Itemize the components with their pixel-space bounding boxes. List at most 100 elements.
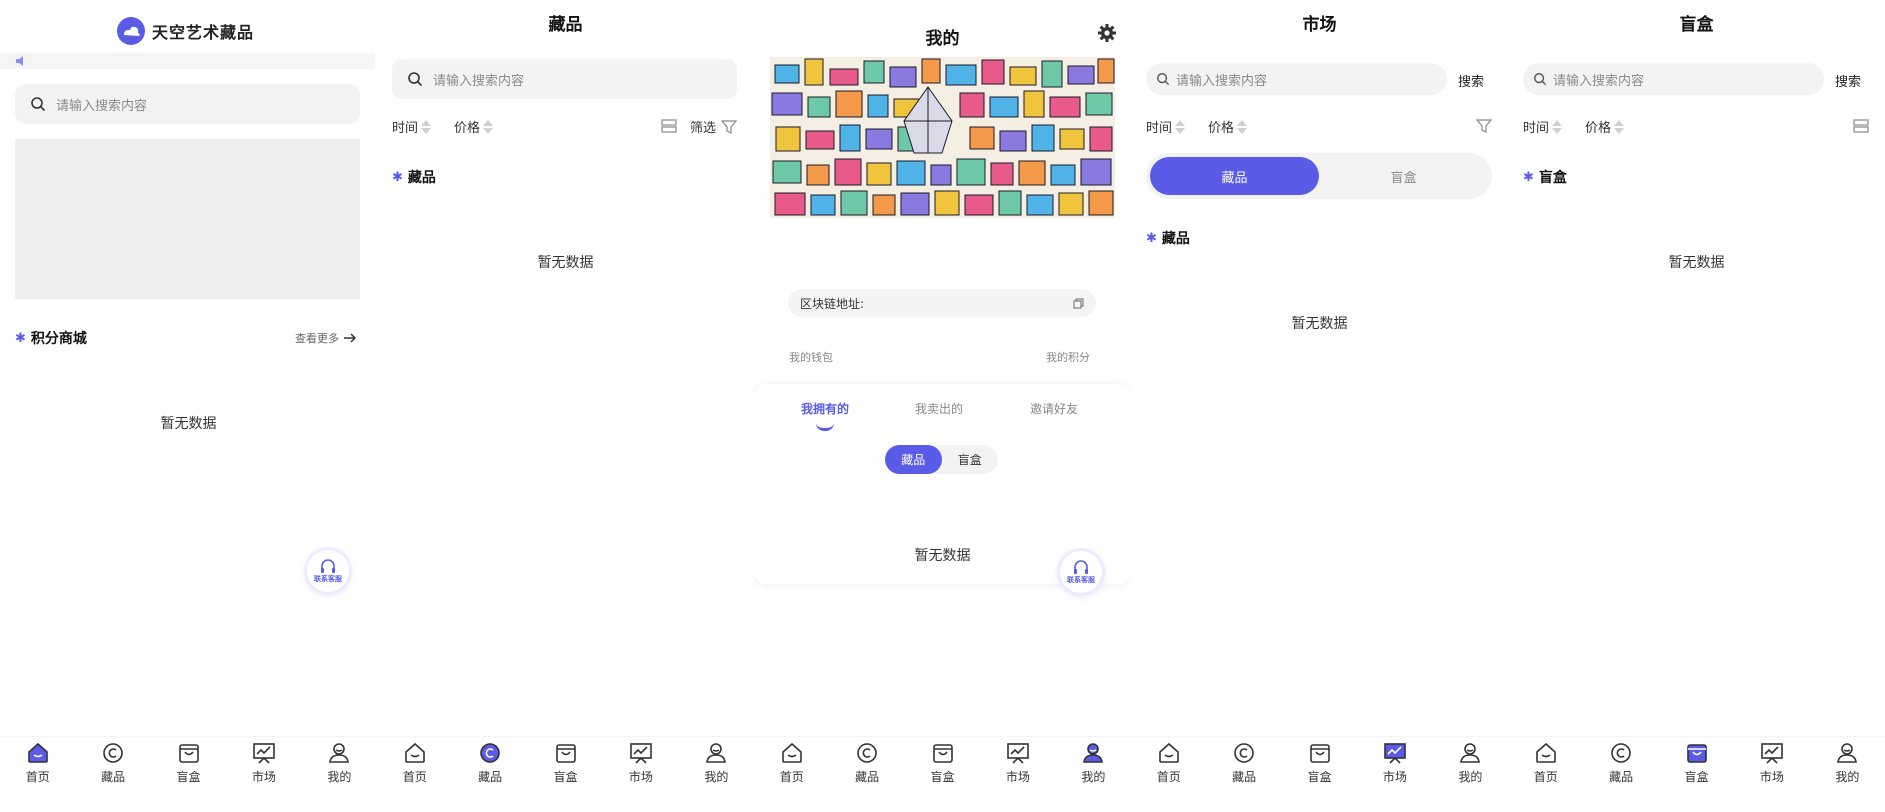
blindbox-screen: 盲盒 请输入搜索内容 搜索 时间 价格 ✱ 盲盒 暂无数据 首页 藏品 盲盒 市场 我的 — [1508, 0, 1885, 812]
tab-label: 盲盒 — [176, 770, 201, 784]
tab-copyright[interactable]: 藏品 — [75, 737, 150, 812]
collection-section-title: 藏品 — [1161, 231, 1190, 247]
search-placeholder: 请输入搜索内容 — [56, 98, 148, 114]
tab-label: 藏品 — [855, 770, 880, 784]
page-title: 市场 — [1302, 15, 1337, 35]
notice-bar[interactable] — [0, 53, 375, 69]
customer-service-label: 联系客服 — [314, 574, 342, 583]
flower-icon: ✱ — [1523, 169, 1534, 185]
view-more-link[interactable]: 查看更多 — [295, 330, 357, 346]
sort-time-label: 时间 — [1146, 121, 1173, 136]
tab-owned[interactable]: 我拥有的 — [801, 400, 849, 417]
banner-placeholder[interactable] — [15, 139, 360, 299]
copyright-icon — [1234, 743, 1254, 763]
search-placeholder: 请输入搜索内容 — [1176, 73, 1268, 89]
my-wallet-link[interactable]: 我的钱包 — [789, 349, 833, 365]
sort-time[interactable]: 时间 — [392, 117, 432, 136]
tab-bag[interactable]: 盲盒 — [905, 737, 980, 812]
tab-copyright[interactable]: 藏品 — [452, 737, 527, 812]
search-input[interactable]: 请输入搜索内容 — [392, 59, 737, 99]
tab-user[interactable]: 我的 — [1810, 737, 1885, 812]
settings-gear-icon[interactable] — [1097, 23, 1117, 43]
tab-label: 我的 — [704, 770, 729, 784]
tab-sold[interactable]: 我卖出的 — [915, 400, 963, 417]
collection-screen: 藏品 请输入搜索内容 时间 价格 筛选 ✱ 藏品 暂无数据 首页 藏品 盲盒 市场 我的 — [377, 0, 754, 812]
page-title: 盲盒 — [1679, 15, 1714, 35]
tab-home[interactable]: 首页 — [754, 737, 829, 812]
sort-price[interactable]: 价格 — [454, 117, 494, 136]
sort-price[interactable]: 价格 — [1208, 117, 1248, 136]
sort-time-label: 时间 — [392, 121, 419, 136]
tab-user[interactable]: 我的 — [302, 737, 377, 812]
customer-service-button[interactable]: 联系客服 — [1060, 551, 1102, 593]
tab-bag[interactable]: 盲盒 — [151, 737, 226, 812]
segment-blindbox[interactable]: 盲盒 — [1319, 157, 1488, 195]
collection-section-heading: ✱ 藏品 — [392, 167, 436, 187]
tab-copyright[interactable]: 藏品 — [1206, 737, 1281, 812]
tab-bar: 首页 藏品 盲盒 市场 我的 — [1508, 736, 1885, 812]
sort-price-label: 价格 — [454, 121, 481, 136]
tab-bar: 首页 藏品 盲盒 市场 我的 — [754, 736, 1131, 812]
user-icon — [1083, 743, 1104, 763]
search-button[interactable]: 搜索 — [1458, 71, 1484, 90]
home-icon — [1535, 742, 1556, 763]
tab-chart[interactable]: 市场 — [980, 737, 1055, 812]
filter-icon[interactable] — [1476, 119, 1492, 133]
user-icon — [706, 743, 727, 763]
tab-copyright[interactable]: 藏品 — [829, 737, 904, 812]
chart-icon — [1007, 743, 1029, 764]
copy-icon[interactable] — [1073, 298, 1084, 309]
bag-icon — [1686, 744, 1707, 763]
sort-price[interactable]: 价格 — [1585, 117, 1625, 136]
search-input[interactable]: 请输入搜索内容 — [1523, 63, 1824, 95]
tab-chart[interactable]: 市场 — [226, 737, 301, 812]
sort-time[interactable]: 时间 — [1146, 117, 1186, 136]
bag-icon — [1309, 744, 1330, 763]
search-icon — [31, 97, 46, 112]
tab-bag[interactable]: 盲盒 — [1659, 737, 1734, 812]
tab-bag[interactable]: 盲盒 — [528, 737, 603, 812]
bag-icon — [932, 744, 953, 763]
profile-cover-image — [770, 57, 1115, 218]
tab-user[interactable]: 我的 — [1433, 737, 1508, 812]
my-points-link[interactable]: 我的积分 — [1046, 349, 1090, 365]
speaker-icon — [16, 56, 23, 66]
layout-toggle-icon[interactable] — [1853, 119, 1869, 133]
tab-home[interactable]: 首页 — [1131, 737, 1206, 812]
tab-user[interactable]: 我的 — [679, 737, 754, 812]
customer-service-button[interactable]: 联系客服 — [307, 550, 349, 592]
segment-collection[interactable]: 藏品 — [885, 445, 942, 474]
tab-home[interactable]: 首页 — [0, 737, 75, 812]
tab-copyright[interactable]: 藏品 — [1583, 737, 1658, 812]
segment-blindbox[interactable]: 盲盒 — [942, 445, 999, 474]
tab-home[interactable]: 首页 — [1508, 737, 1583, 812]
tab-chart[interactable]: 市场 — [1357, 737, 1432, 812]
tab-label: 藏品 — [1609, 770, 1634, 784]
tab-label: 市场 — [1382, 770, 1407, 784]
filter-button[interactable]: 筛选 — [690, 117, 738, 136]
copyright-icon — [480, 743, 500, 763]
customer-service-label: 联系客服 — [1067, 575, 1095, 584]
user-icon — [1837, 743, 1858, 763]
search-input[interactable]: 请输入搜索内容 — [15, 84, 360, 124]
layout-toggle-icon[interactable] — [661, 119, 677, 133]
tab-bag[interactable]: 盲盒 — [1282, 737, 1357, 812]
sort-time-label: 时间 — [1523, 121, 1550, 136]
tab-label: 我的 — [1835, 770, 1860, 784]
tab-invite-friends[interactable]: 邀请好友 — [1030, 400, 1078, 417]
segment-collection[interactable]: 藏品 — [1150, 157, 1319, 195]
sort-time[interactable]: 时间 — [1523, 117, 1563, 136]
user-icon — [329, 743, 350, 763]
tab-chart[interactable]: 市场 — [603, 737, 678, 812]
search-input[interactable]: 请输入搜索内容 — [1146, 63, 1447, 95]
tab-user[interactable]: 我的 — [1056, 737, 1131, 812]
tab-home[interactable]: 首页 — [377, 737, 452, 812]
empty-state: 暂无数据 — [1291, 316, 1348, 332]
tab-chart[interactable]: 市场 — [1734, 737, 1809, 812]
tab-bar: 首页 藏品 盲盒 市场 我的 — [377, 736, 754, 812]
flower-icon: ✱ — [1146, 230, 1157, 246]
tab-bar: 首页 藏品 盲盒 市场 我的 — [0, 736, 377, 812]
search-button[interactable]: 搜索 — [1835, 71, 1861, 90]
empty-state: 暂无数据 — [160, 416, 217, 432]
tab-label: 市场 — [1759, 770, 1784, 784]
